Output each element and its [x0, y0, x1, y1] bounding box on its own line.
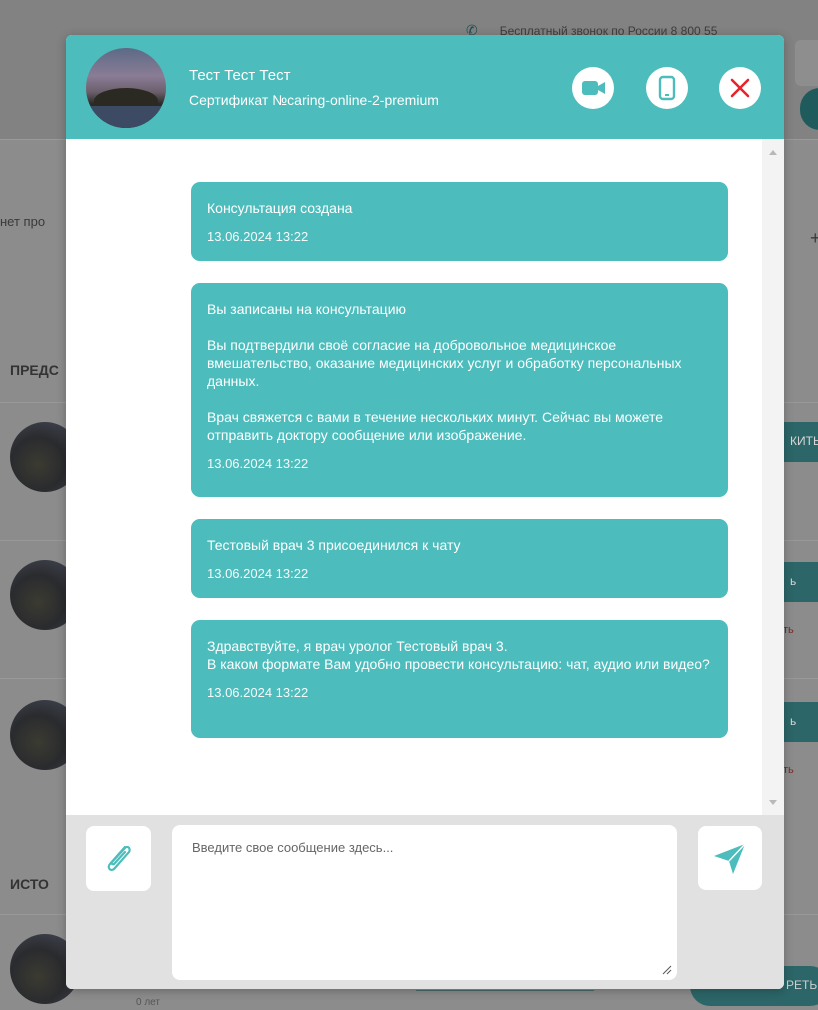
- resize-grip-icon[interactable]: [662, 965, 672, 975]
- message-text: Тестовый врач 3 присоединился к чату: [207, 537, 461, 553]
- paperclip-icon: [107, 845, 131, 872]
- chat-message: Вы записаны на консультацию Вы подтверди…: [191, 283, 728, 497]
- background-link-underline: [416, 990, 594, 991]
- scroll-up-arrow-icon[interactable]: [769, 150, 777, 155]
- phone-call-button[interactable]: [646, 67, 688, 109]
- background-red-link: ть: [783, 764, 794, 776]
- scrollbar[interactable]: [762, 139, 784, 815]
- chat-header: Тест Тест Тест Сертификат №caring-online…: [66, 35, 784, 139]
- video-camera-icon: [582, 81, 605, 95]
- background-red-link: ть: [783, 624, 794, 636]
- chat-message: Консультация создана 13.06.2024 13:22: [191, 182, 728, 261]
- message-timestamp: 13.06.2024 13:22: [207, 456, 309, 471]
- background-age: 0 лет: [136, 997, 160, 1008]
- close-icon: [730, 78, 750, 98]
- message-list[interactable]: Консультация создана 13.06.2024 13:22 Вы…: [66, 139, 784, 815]
- close-button[interactable]: [719, 67, 761, 109]
- message-input[interactable]: [172, 825, 677, 980]
- background-corner-box: [795, 40, 818, 86]
- message-text: Здравствуйте, я врач уролог Тестовый вра…: [207, 638, 710, 672]
- background-section-upcoming: ПРЕДС: [10, 362, 59, 378]
- video-call-button[interactable]: [572, 67, 614, 109]
- background-section-history: ИСТО: [10, 876, 49, 892]
- patient-name: Тест Тест Тест: [189, 67, 291, 84]
- message-composer: [66, 815, 784, 989]
- background-plus: +: [810, 228, 818, 248]
- mobile-phone-icon: [658, 75, 676, 101]
- message-text: Консультация создана: [207, 200, 353, 216]
- chat-message: Тестовый врач 3 присоединился к чату 13.…: [191, 519, 728, 598]
- message-timestamp: 13.06.2024 13:22: [207, 566, 309, 581]
- certificate-label: Сертификат №caring-online-2-premium: [189, 92, 439, 108]
- chat-modal: Тест Тест Тест Сертификат №caring-online…: [66, 35, 784, 989]
- message-text: Вы записаны на консультацию Вы подтверди…: [207, 301, 682, 443]
- message-timestamp: 13.06.2024 13:22: [207, 229, 309, 244]
- scroll-down-arrow-icon[interactable]: [769, 800, 777, 805]
- avatar: [86, 48, 166, 128]
- attach-button[interactable]: [86, 826, 151, 891]
- send-button[interactable]: [698, 826, 762, 890]
- send-icon: [714, 843, 746, 874]
- chat-message: Здравствуйте, я врач уролог Тестовый вра…: [191, 620, 728, 738]
- message-timestamp: 13.06.2024 13:22: [207, 685, 309, 700]
- background-partial-text: нет про: [0, 214, 46, 229]
